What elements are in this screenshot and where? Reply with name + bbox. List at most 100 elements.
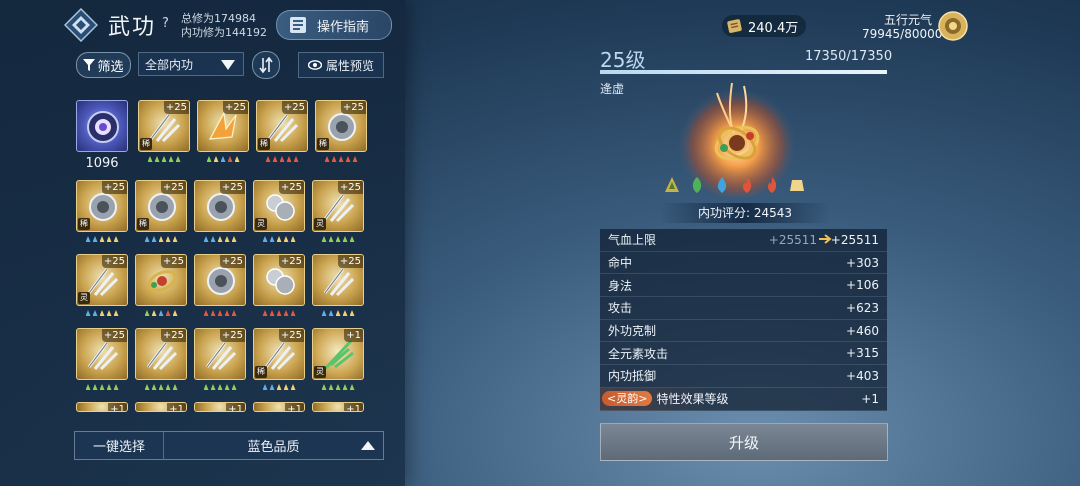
- chevron-down-icon: [221, 60, 235, 70]
- earth-element-icon: [665, 177, 679, 192]
- rarity-mark: 稀: [78, 218, 90, 230]
- currency-badge[interactable]: 240.4万: [722, 15, 807, 37]
- element-dot: [210, 384, 216, 390]
- element-dot: [113, 310, 119, 316]
- card-level: +25: [278, 329, 304, 342]
- card-level: +25: [337, 255, 363, 268]
- element-dot: [220, 156, 226, 162]
- skill-card-partial[interactable]: +1: [135, 402, 187, 412]
- element-dot: [349, 310, 355, 316]
- exp-bar-fill: [600, 70, 887, 74]
- element-dot: [151, 310, 157, 316]
- stat-row: 外功克制 +460: [600, 319, 887, 343]
- element-dot: [324, 156, 330, 162]
- upgrade-button[interactable]: 升级: [600, 423, 888, 461]
- skill-card[interactable]: +25 灵: [312, 180, 364, 232]
- orb-skill-icon: [87, 111, 119, 143]
- guide-button[interactable]: 操作指南: [276, 10, 392, 40]
- card-level: +25: [340, 101, 366, 114]
- element-dot: [113, 384, 119, 390]
- element-dot: [269, 384, 275, 390]
- skill-card-partial[interactable]: +1: [194, 402, 246, 412]
- element-dots: [312, 384, 364, 392]
- martial-arts-logo-icon: [64, 8, 98, 42]
- skill-card[interactable]: +25: [194, 180, 246, 232]
- element-dot: [172, 384, 178, 390]
- type-dropdown[interactable]: 全部内功: [138, 52, 244, 76]
- skill-card[interactable]: +25 灵: [253, 180, 305, 232]
- skill-card[interactable]: +25: [194, 254, 246, 306]
- cultivation-stats: 总修为174984 内功修为144192: [181, 12, 267, 40]
- element-dots: [312, 236, 364, 244]
- element-dot: [262, 310, 268, 316]
- special-stat-row: <灵韵> 特性效果等级 +1: [600, 387, 887, 411]
- skill-card[interactable]: +25 稀: [76, 180, 128, 232]
- skill-card[interactable]: [76, 100, 128, 152]
- skill-card[interactable]: +1 灵: [312, 328, 364, 380]
- rarity-mark: 稀: [255, 366, 267, 378]
- skill-card[interactable]: +25: [76, 328, 128, 380]
- skill-card[interactable]: +25 稀: [138, 100, 190, 152]
- element-dot: [224, 236, 230, 242]
- sort-button[interactable]: [252, 51, 280, 79]
- element-dot: [99, 236, 105, 242]
- skill-card[interactable]: +25 稀: [256, 100, 308, 152]
- element-dots: [76, 384, 128, 392]
- stat-row: 内功抵御 +403: [600, 365, 887, 388]
- attr-preview-button[interactable]: 属性预览: [298, 52, 384, 78]
- skill-card[interactable]: +25 稀: [135, 180, 187, 232]
- stat-name: 身法: [608, 278, 633, 293]
- element-icons: [664, 176, 805, 194]
- skill-card[interactable]: +25: [135, 254, 187, 306]
- card-level: +25: [101, 181, 127, 194]
- stat-value: +460: [846, 323, 879, 338]
- five-elements-icon[interactable]: [938, 11, 968, 41]
- five-elements-value: 79945/80000: [862, 27, 943, 41]
- filter-button[interactable]: 筛选: [76, 52, 131, 78]
- help-icon[interactable]: ?: [162, 16, 169, 31]
- fire-element-icon-2: [767, 177, 777, 193]
- skill-card[interactable]: +25: [253, 254, 305, 306]
- card-level: +25: [101, 255, 127, 268]
- stat-value: +25511: [830, 232, 879, 247]
- skill-card-partial[interactable]: +1: [312, 402, 364, 412]
- element-dot: [158, 236, 164, 242]
- water-element-icon: [717, 177, 727, 193]
- skill-card[interactable]: +25: [135, 328, 187, 380]
- rarity-mark: 灵: [78, 292, 90, 304]
- skill-card-partial[interactable]: +1: [253, 402, 305, 412]
- skill-card-partial[interactable]: +1: [76, 402, 128, 412]
- scroll-icon: [727, 19, 742, 33]
- stats-table: 气血上限 +25511 +25511 命中 +303 身法 +106 攻击 +623 外功克制 +4…: [600, 229, 887, 411]
- skill-card[interactable]: +25 稀: [315, 100, 367, 152]
- gear-skill-icon: [89, 193, 117, 221]
- element-dots: [76, 310, 128, 318]
- element-dot: [158, 384, 164, 390]
- claw-skill-icon: [264, 342, 296, 371]
- card-level: +25: [160, 181, 186, 194]
- gear-skill-icon: [207, 193, 235, 221]
- element-dots: [76, 236, 128, 244]
- element-dot: [165, 236, 171, 242]
- element-dots: [194, 236, 246, 244]
- skill-card[interactable]: +25 稀: [253, 328, 305, 380]
- element-dots: [253, 384, 305, 392]
- quality-dropdown[interactable]: 蓝色品质: [164, 432, 383, 459]
- element-dot: [231, 236, 237, 242]
- skill-card[interactable]: +25: [194, 328, 246, 380]
- element-dot: [217, 236, 223, 242]
- element-dot: [231, 310, 237, 316]
- element-dot: [272, 156, 278, 162]
- skill-card[interactable]: +25: [312, 254, 364, 306]
- skill-card[interactable]: +25: [197, 100, 249, 152]
- element-dot: [293, 156, 299, 162]
- skill-card[interactable]: +25 灵: [76, 254, 128, 306]
- element-dots: [194, 384, 246, 392]
- element-dot: [352, 156, 358, 162]
- skill-level: 25级: [600, 48, 646, 72]
- claw-skill-icon: [323, 268, 355, 297]
- element-dot: [328, 384, 334, 390]
- element-dot: [151, 236, 157, 242]
- one-key-select-button[interactable]: 一键选择: [75, 432, 164, 459]
- book-icon: [290, 17, 306, 33]
